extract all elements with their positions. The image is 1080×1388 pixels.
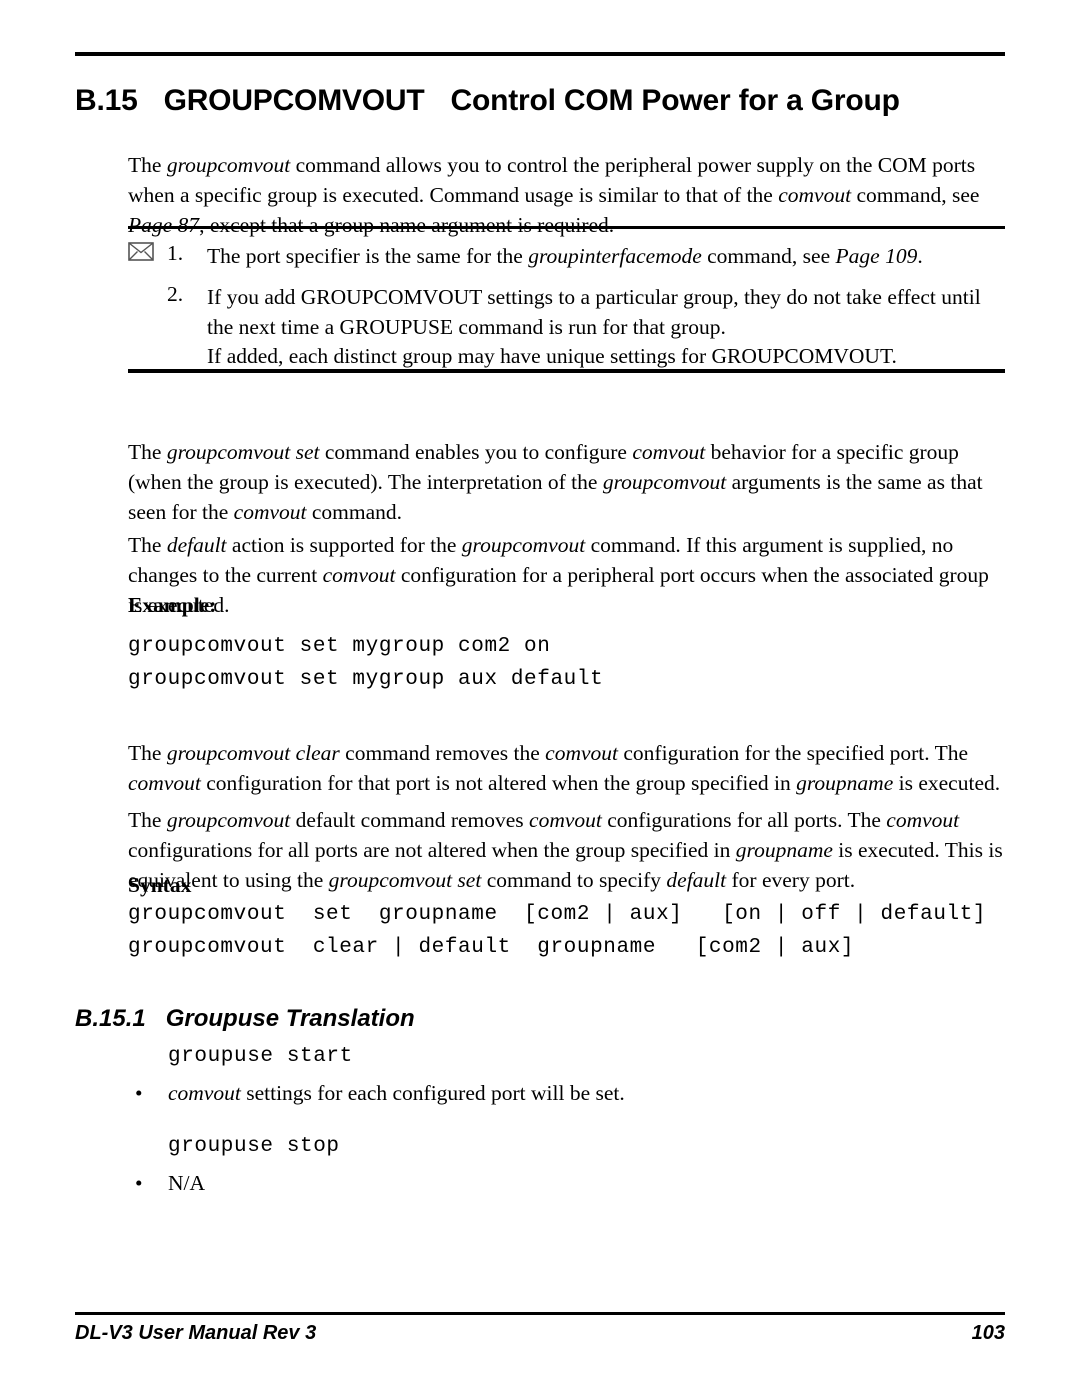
bullet-marker-2: •	[135, 1171, 143, 1195]
p-set-a: The	[128, 439, 167, 464]
example-command-line-1: groupcomvout set mygroup com2 on	[128, 635, 551, 658]
intro-term-groupcomvout: groupcomvout	[166, 152, 291, 177]
p-clr-term-3: comvout	[128, 770, 201, 795]
note-1-text-c: .	[917, 244, 923, 268]
p-def2-b: default command removes	[290, 807, 530, 832]
paragraph-default-action: The default action is supported for the …	[128, 530, 1005, 620]
p-def2-d: configurations for all ports are not alt…	[128, 837, 736, 862]
p-clr-term-4: groupname	[796, 770, 894, 795]
groupuse-stop-code: groupuse stop	[168, 1135, 340, 1158]
paragraph-groupcomvout-clear: The groupcomvout clear command removes t…	[128, 738, 1005, 798]
p-def2-term-4: groupname	[735, 837, 833, 862]
note-box-top-rule	[128, 226, 1005, 229]
p-def-term-2: groupcomvout	[461, 532, 586, 557]
subsection-title: B.15.1 Groupuse Translation	[75, 1005, 415, 1033]
p-clr-d: configuration for that port is not alter…	[200, 770, 797, 795]
footer-page-number: 103	[971, 1322, 1005, 1344]
note-1-text-b: command, see	[701, 244, 836, 268]
p-def-a: The	[128, 532, 167, 557]
p-def2-f: command to specify	[481, 867, 667, 892]
note-box-bottom-rule	[128, 369, 1005, 373]
bullet-1-text: settings for each configured port will b…	[240, 1081, 625, 1105]
header-rule	[75, 52, 1005, 56]
p-def2-g: for every port.	[726, 867, 856, 892]
p-def2-term-5: groupcomvout set	[328, 867, 482, 892]
paragraph-groupcomvout-set: The groupcomvout set command enables you…	[128, 437, 1005, 527]
p-def2-term-2: comvout	[529, 807, 602, 832]
bullet-1-term: comvout	[168, 1081, 241, 1105]
intro-text-d: , except that a group name argument is r…	[199, 212, 615, 237]
p-clr-e: is executed.	[893, 770, 1001, 795]
note-item-number-2: 2.	[167, 282, 184, 306]
page-title: B.15 GROUPCOMVOUT Control COM Power for a …	[75, 82, 1015, 120]
p-set-term-4: comvout	[233, 499, 307, 524]
p-def-term-1: default	[166, 532, 227, 557]
section-number: B.15	[75, 84, 138, 118]
p-clr-b: command removes the	[339, 740, 546, 765]
footer-rule	[75, 1312, 1005, 1315]
groupuse-start-code: groupuse start	[168, 1045, 353, 1068]
p-clr-c: configuration for the specified port. Th…	[618, 740, 969, 765]
envelope-icon	[128, 242, 154, 261]
note-1-term-groupinterfacemode: groupinterfacemode	[528, 244, 702, 268]
intro-term-comvout: comvout	[778, 182, 852, 207]
syntax-line-2: groupcomvout clear | default groupname […	[128, 936, 855, 959]
syntax-label: Syntax	[128, 873, 192, 897]
p-set-term-3: groupcomvout	[602, 469, 727, 494]
p-set-b: command enables you to configure	[319, 439, 633, 464]
p-def2-term-1: groupcomvout	[166, 807, 291, 832]
note-1-page-ref-109[interactable]: Page 109	[836, 244, 918, 268]
p-def2-term-3: comvout	[886, 807, 960, 832]
p-clr-term-1: groupcomvout clear	[166, 740, 340, 765]
p-set-e: command.	[306, 499, 403, 524]
subsection-title-text: Groupuse Translation	[165, 1004, 415, 1032]
bullet-2-text: N/A	[168, 1171, 206, 1195]
bullet-marker-1: •	[135, 1081, 143, 1105]
syntax-line-1: groupcomvout set groupname [com2 | aux] …	[128, 903, 987, 926]
example-command-line-2: groupcomvout set mygroup aux default	[128, 668, 604, 691]
example-label: Example:	[128, 593, 217, 617]
p-def2-term-6: default	[666, 867, 727, 892]
subsection-number: B.15.1	[75, 1004, 146, 1032]
p-def-b: action is supported for the	[226, 532, 462, 557]
note-continuation: If added, each distinct group may have u…	[207, 344, 897, 368]
intro-text-c: command, see	[851, 182, 980, 207]
note-item-1: The port specifier is the same for the g…	[207, 241, 1007, 271]
p-def-term-3: comvout	[322, 562, 396, 587]
note-1-text-a: The port specifier is the same for the	[207, 244, 529, 268]
p-set-term-2: comvout	[632, 439, 706, 464]
note-item-2: If you add GROUPCOMVOUT settings to a pa…	[207, 285, 981, 339]
footer-manual-name: DL-V3 User Manual Rev 3	[75, 1322, 317, 1344]
p-def2-c: configurations for all ports. The	[601, 807, 887, 832]
bullet-item-1: comvout settings for each configured por…	[168, 1078, 625, 1108]
intro-page-ref-87[interactable]: Page 87	[128, 213, 199, 237]
p-clr-term-2: comvout	[545, 740, 619, 765]
document-page: B.15 GROUPCOMVOUT Control COM Power for a …	[0, 0, 1080, 1388]
intro-text-a: The	[128, 152, 167, 177]
p-clr-a: The	[128, 740, 167, 765]
title-description: Control COM Power for a Group	[450, 84, 900, 118]
note-item-number-1: 1.	[167, 241, 184, 265]
p-def2-a: The	[128, 807, 167, 832]
command-name: GROUPCOMVOUT	[163, 84, 425, 118]
paragraph-groupcomvout-default: The groupcomvout default command removes…	[128, 805, 1005, 895]
p-set-term-1: groupcomvout set	[166, 439, 320, 464]
bullet-item-2: N/A	[168, 1168, 205, 1198]
